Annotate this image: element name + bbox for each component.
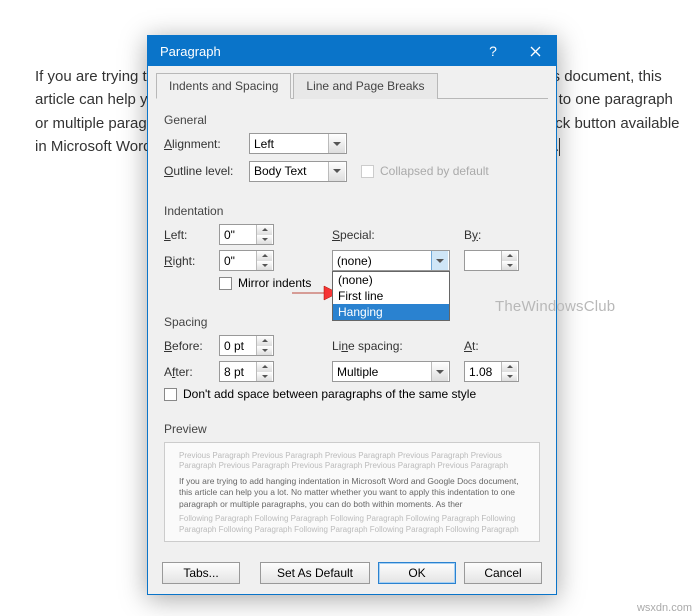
- group-preview: Preview: [164, 422, 540, 436]
- ok-button[interactable]: OK: [378, 562, 456, 584]
- left-indent-spinner[interactable]: [219, 224, 274, 245]
- dropdown-icon: [328, 134, 345, 153]
- before-input[interactable]: [220, 336, 256, 355]
- spin-down-icon[interactable]: [257, 261, 272, 271]
- alignment-label: Alignment:: [164, 137, 249, 151]
- line-spacing-label: Line spacing:: [332, 339, 422, 353]
- group-general: General: [164, 113, 540, 127]
- by-input[interactable]: [465, 251, 501, 270]
- option-hanging[interactable]: Hanging: [333, 304, 449, 320]
- left-indent-input[interactable]: [220, 225, 256, 244]
- outline-label: Outline level:: [164, 164, 249, 178]
- special-label: Special:: [332, 228, 392, 242]
- special-dropdown-list[interactable]: (none) First line Hanging: [332, 271, 450, 321]
- paragraph-dialog: Paragraph ? Indents and Spacing Line and…: [147, 35, 557, 595]
- spin-up-icon[interactable]: [257, 251, 272, 261]
- left-indent-label: Left:: [164, 228, 219, 242]
- after-input[interactable]: [220, 362, 256, 381]
- tabs-button[interactable]: Tabs...: [162, 562, 240, 584]
- special-select[interactable]: (none): [332, 250, 450, 271]
- group-indentation: Indentation: [164, 204, 540, 218]
- dropdown-icon: [328, 162, 345, 181]
- credit-text: wsxdn.com: [637, 602, 692, 614]
- dropdown-icon: [431, 362, 448, 381]
- cancel-button[interactable]: Cancel: [464, 562, 542, 584]
- checkbox-icon: [164, 388, 177, 401]
- after-spinner[interactable]: [219, 361, 274, 382]
- spin-down-icon[interactable]: [257, 372, 272, 382]
- right-indent-label: Right:: [164, 254, 219, 268]
- before-label: Before:: [164, 339, 219, 353]
- no-space-checkbox[interactable]: Don't add space between paragraphs of th…: [164, 387, 540, 401]
- spin-down-icon[interactable]: [502, 261, 517, 271]
- tab-content: General Alignment: Left Outline level: B…: [148, 99, 556, 552]
- spin-up-icon[interactable]: [257, 225, 272, 235]
- line-spacing-select[interactable]: Multiple: [332, 361, 450, 382]
- option-none[interactable]: (none): [333, 272, 449, 288]
- tab-bar: Indents and Spacing Line and Page Breaks: [156, 72, 548, 99]
- dialog-titlebar[interactable]: Paragraph ?: [148, 36, 556, 66]
- tab-indents-spacing[interactable]: Indents and Spacing: [156, 73, 291, 99]
- tab-line-page-breaks[interactable]: Line and Page Breaks: [293, 73, 437, 99]
- spin-up-icon[interactable]: [257, 336, 272, 346]
- preview-box: Previous Paragraph Previous Paragraph Pr…: [164, 442, 540, 542]
- option-first-line[interactable]: First line: [333, 288, 449, 304]
- at-label: At:: [464, 339, 494, 353]
- set-default-button[interactable]: Set As Default: [260, 562, 370, 584]
- alignment-select[interactable]: Left: [249, 133, 347, 154]
- at-input[interactable]: [465, 362, 501, 381]
- checkbox-icon: [219, 277, 232, 290]
- checkbox-icon: [361, 165, 374, 178]
- help-button[interactable]: ?: [472, 36, 514, 66]
- before-spinner[interactable]: [219, 335, 274, 356]
- after-label: After:: [164, 365, 219, 379]
- watermark-text: TheWindowsClub: [495, 298, 615, 315]
- right-indent-spinner[interactable]: [219, 250, 274, 271]
- by-label: By:: [464, 228, 494, 242]
- spin-down-icon[interactable]: [502, 372, 517, 382]
- outline-select[interactable]: Body Text: [249, 161, 347, 182]
- dialog-footer: Tabs... Set As Default OK Cancel: [148, 562, 556, 584]
- spin-up-icon[interactable]: [257, 362, 272, 372]
- collapsed-checkbox: Collapsed by default: [361, 164, 489, 178]
- spin-up-icon[interactable]: [502, 251, 517, 261]
- dropdown-icon: [431, 251, 448, 270]
- close-button[interactable]: [514, 36, 556, 66]
- close-icon: [530, 46, 541, 57]
- right-indent-input[interactable]: [220, 251, 256, 270]
- spin-down-icon[interactable]: [257, 346, 272, 356]
- dialog-title: Paragraph: [160, 44, 221, 59]
- by-spinner[interactable]: [464, 250, 519, 271]
- spin-down-icon[interactable]: [257, 235, 272, 245]
- spin-up-icon[interactable]: [502, 362, 517, 372]
- at-spinner[interactable]: [464, 361, 519, 382]
